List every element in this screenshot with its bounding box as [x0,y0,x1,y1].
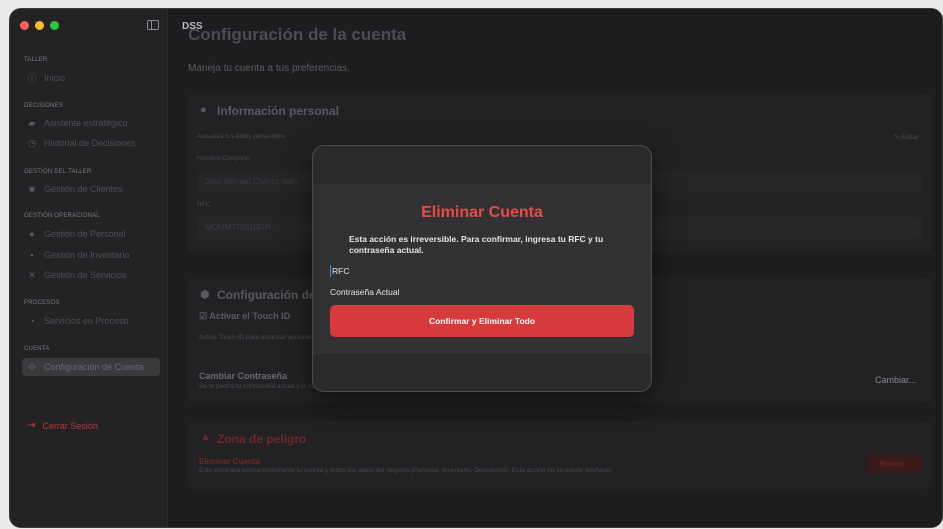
edit-label: Editar [901,134,918,141]
section-label-gestion-taller: GESTIÓN DEL TALLER [24,169,92,175]
sidebar-item-label: Gestión de Personal [44,229,126,239]
clients-icon: ■ [29,184,35,194]
sidebar-item-label: Inicio [44,73,66,83]
delete-account-description: Esto eliminará permanentemente tu cuenta… [199,467,614,474]
tools-icon: ✕ [28,270,36,280]
rfc-input[interactable]: RFC [332,266,349,276]
danger-zone-card: ▲ Zona de peligro Eliminar Cuenta Esto e… [187,421,932,489]
sidebar-item-inicio[interactable]: ⓘ Inicio [22,69,160,87]
delete-account-title: Eliminar Cuenta [199,457,260,466]
sidebar-item-label: Historial de Decisiones [44,138,136,148]
section-label-taller: TALLER [24,57,48,63]
sidebar-item-servicios[interactable]: ✕ Gestión de Servicios [22,266,160,284]
app-name: DSS [182,21,203,32]
rfc-field-label: RFC [197,201,211,208]
password-input[interactable]: Contraseña Actual [330,287,399,297]
sidebar-item-label: Configuración de Cuenta [44,362,144,372]
delete-account-button[interactable]: Eliminar... [868,455,922,473]
modal-message: Esta acción es irreversible. Para confir… [349,234,604,255]
box-icon: ▪ [30,250,34,260]
danger-zone-title: Zona de peligro [217,432,307,446]
close-window-button[interactable] [20,21,29,30]
page-title: Configuración de la cuenta [188,25,407,44]
section-label-cuenta: CUENTA [24,346,50,352]
minimize-window-button[interactable] [35,21,44,30]
timer-icon: ◔ [29,316,35,326]
page-subtitle: Maneja tu cuenta a tus preferencias. [188,63,350,74]
chat-icon: ▰ [28,118,36,128]
name-field-value: José Manuel Chávez Iván [205,177,298,186]
sidebar-item-label: Gestión de Servicios [44,270,127,280]
sidebar-toggle-icon[interactable] [147,20,159,30]
section-label-gestion-operacional: GESTIÓN OPERACIONAL [24,213,100,219]
window-controls [20,21,59,30]
sidebar-item-personal[interactable]: ● Gestión de Personal [22,225,160,243]
modal-title: Eliminar Cuenta [421,204,543,221]
sidebar-item-historial[interactable]: ◷ Historial de Decisiones [22,134,160,152]
sidebar-item-inventario[interactable]: ▪ Gestión de Inventario [22,246,160,264]
logout-label: Cerrar Sesión [42,420,98,431]
logout-button[interactable]: ⇥ Cerrar Sesión [22,420,98,431]
delete-account-modal: Eliminar Cuenta Esta acción es irreversi… [312,145,652,392]
person-icon: ● [200,104,207,116]
touchid-label: Activar el Touch ID [209,311,291,321]
text-cursor [330,265,331,277]
sidebar-item-label: Gestión de Clientes [44,184,123,194]
touchid-toggle[interactable]: ☑ Activar el Touch ID [199,311,290,322]
password-description: Se te pedirá tu contraseña actual y la n… [199,383,328,390]
personal-info-title: Información personal [217,104,340,118]
sidebar-item-label: Servicios en Proceso [44,316,129,326]
shield-icon: ⬢ [200,289,210,301]
sidebar-item-servicios-proceso[interactable]: ◔ Servicios en Proceso [22,312,160,330]
checkbox-icon: ☑ [199,311,208,321]
personal-info-subtitle: Actualiza tus datos personales [197,133,286,140]
sidebar-item-clientes[interactable]: ■ Gestión de Clientes [22,180,160,198]
logout-icon: ⇥ [27,420,36,431]
sidebar-item-label: Gestión de Inventario [44,250,130,260]
people-icon: ● [29,229,35,239]
sidebar-item-asistente[interactable]: ▰ Asistente estratégico [22,114,160,132]
warning-icon: ▲ [200,431,211,443]
rfc-field-value: MOMM770810FIR [205,223,271,232]
zoom-window-button[interactable] [50,21,59,30]
change-password-button[interactable]: Cambiar... [875,375,916,385]
edit-button[interactable]: ✎ Editar [894,133,918,141]
info-icon: ⓘ [27,73,37,83]
name-field-label: Nombre Completo [197,155,250,162]
history-icon: ◷ [28,138,36,148]
sidebar: TALLER ⓘ Inicio DECISIONES ▰ Asistente e… [10,9,168,527]
confirm-delete-button[interactable]: Confirmar y Eliminar Todo [330,305,634,337]
sidebar-item-configuracion[interactable]: ⚙ Configuración de Cuenta [22,358,160,376]
section-label-procesos: PROCESOS [24,300,60,306]
gear-icon: ⚙ [27,362,37,372]
password-title: Cambiar Contraseña [199,371,288,381]
section-label-decisiones: DECISIONES [24,103,64,109]
sidebar-item-label: Asistente estratégico [44,118,128,128]
